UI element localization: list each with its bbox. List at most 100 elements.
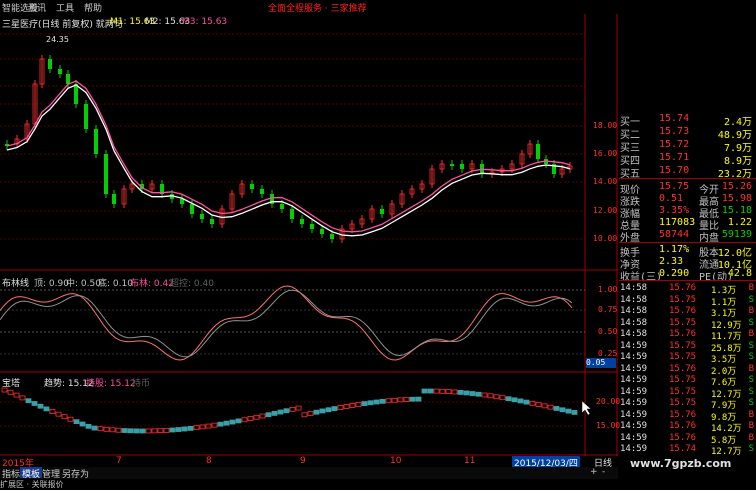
tower-bar [157, 428, 164, 434]
quote-row: 收益(三) 0.290 PE(动) 42.8 [619, 267, 756, 283]
tick-row: 14:58 15.76 3.1万 B [619, 306, 756, 319]
price-axis-label: 16.00 [593, 149, 618, 158]
kline-chart-area[interactable]: 三星医疗(日线 前复权) 就两句 M1: 15.63 M2: 15.63 M3:… [0, 14, 620, 456]
bid-row[interactable]: 买四 15.71 8.9万 [619, 151, 756, 167]
candlestick-series [5, 55, 573, 243]
tower-bar [565, 408, 572, 414]
tower-bar [433, 388, 440, 394]
status-bar: 扩展区 · 关联报价 [0, 480, 64, 489]
bid-row[interactable]: 买三 15.72 7.9万 [619, 138, 756, 154]
tower-bar [49, 409, 56, 414]
mouse-cursor-icon [581, 400, 592, 416]
candle-body [460, 164, 464, 169]
tab-save-as[interactable]: 另存为 [60, 467, 91, 480]
boll-mid: 中: 0.50 [66, 279, 101, 289]
tick-time: 14:58 [620, 294, 648, 305]
tick-price: 15.75 [669, 317, 697, 328]
tower-bar [493, 394, 500, 400]
tower-bar [295, 405, 302, 411]
tower-bar [289, 406, 296, 412]
tower-bar [487, 393, 494, 399]
tower-bar [541, 403, 548, 409]
bid-row[interactable]: 买五 15.70 23.2万 [619, 164, 756, 180]
candle-body [104, 154, 108, 194]
tower-bar [121, 428, 128, 433]
quote-value: 0.290 [659, 268, 690, 279]
tick-volume: 12.7万 [711, 447, 742, 457]
tower-bar [553, 406, 560, 411]
tick-price: 15.75 [669, 352, 697, 362]
tower-bar [13, 392, 20, 398]
tower-bar [313, 409, 320, 415]
tower-bar [55, 411, 62, 417]
tick-direction: S [748, 294, 754, 305]
tower-bar [31, 401, 38, 406]
menu-item-news[interactable]: 资讯 [28, 1, 46, 14]
tick-direction: B [748, 329, 754, 339]
tower-bar [97, 426, 104, 432]
tick-row: 14:59 15.76 5.8万 B [619, 432, 756, 446]
candle-body [180, 199, 184, 204]
candle-body [200, 214, 204, 219]
tower-bar [115, 427, 122, 433]
quote-value: 2.33 [659, 256, 684, 267]
tick-price: 15.75 [669, 294, 697, 305]
tower-bar [7, 389, 14, 395]
x-axis-label: 9 [300, 456, 306, 466]
bid-row[interactable]: 买二 15.73 48.9万 [619, 125, 756, 141]
tick-price: 15.76 [669, 283, 697, 293]
tick-price: 15.76 [669, 363, 697, 374]
tower-bar [223, 420, 230, 426]
tower-bar [247, 416, 254, 421]
tick-row: 14:58 15.76 11.7万 B [619, 329, 756, 342]
menu-bar: 智能选股 资讯 工具 帮助 全面全程服务 · 三家推荐 [0, 0, 428, 14]
tick-time: 14:59 [620, 432, 648, 443]
scroll-minus-icon[interactable]: - [600, 467, 607, 478]
tick-price: 15.74 [669, 444, 697, 454]
tower-bar [259, 413, 266, 419]
tick-price: 15.76 [669, 329, 697, 339]
tab-indicator[interactable]: 指标 [0, 467, 22, 480]
tower-bar [415, 396, 422, 402]
tower-bar [511, 397, 518, 403]
trend-name: 宝塔 [2, 379, 21, 389]
tick-price: 15.75 [669, 340, 697, 351]
tower-bar [229, 419, 236, 425]
scroll-add-icon[interactable]: + [588, 467, 600, 478]
tick-time: 14:59 [620, 375, 648, 385]
divider [619, 280, 756, 281]
tower-bar [109, 427, 116, 433]
tick-time: 14:58 [620, 283, 648, 293]
divider [619, 178, 756, 179]
tower-bar [499, 395, 506, 401]
tower-bar [25, 398, 32, 404]
chart-svg [0, 14, 618, 456]
tower-bar [463, 390, 470, 396]
tab-template[interactable]: 模板 [20, 467, 43, 480]
tick-time: 14:59 [620, 421, 648, 431]
promo-text[interactable]: 全面全程服务 · 三家推荐 [268, 1, 367, 14]
tower-bar [331, 406, 338, 411]
menu-item-help[interactable]: 帮助 [84, 1, 102, 14]
tower-bar [43, 406, 50, 412]
tower-bar [523, 399, 530, 405]
tick-time: 14:58 [620, 329, 648, 339]
boll-axis-label: 0.50 [598, 327, 618, 336]
tick-price: 15.76 [669, 409, 697, 420]
tick-time: 14:59 [620, 386, 648, 397]
tower-bar [355, 402, 362, 407]
menu-item-tools[interactable]: 工具 [56, 1, 74, 14]
candle-body [210, 219, 214, 224]
tick-row: 14:59 15.76 14.2万 B [619, 421, 756, 434]
tick-row: 14:59 15.75 7.6万 S [619, 375, 756, 388]
tower-bar [271, 410, 278, 416]
tower-bar [559, 407, 566, 413]
tick-price: 15.75 [669, 386, 697, 397]
bid-row[interactable]: 买一 15.74 2.4万 [619, 112, 756, 128]
tower-bar [187, 425, 194, 431]
tower-bar [151, 428, 158, 434]
tower-bar [547, 404, 554, 410]
m3-label: M3: 15.63 [182, 17, 228, 27]
quote-value: 1.17% [659, 244, 690, 255]
tab-manage[interactable]: 管理 [40, 467, 62, 480]
